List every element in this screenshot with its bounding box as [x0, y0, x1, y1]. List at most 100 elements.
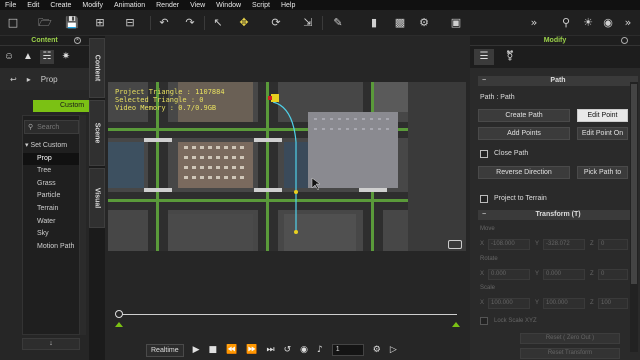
- tree-item-motion-path[interactable]: Motion Path: [23, 241, 79, 254]
- rotate-z-field[interactable]: 0: [598, 269, 628, 280]
- tree-item-prop[interactable]: Prop: [23, 152, 79, 166]
- export-icon[interactable]: ⊟: [122, 15, 138, 31]
- timeline-track[interactable]: [119, 314, 457, 315]
- move-gizmo-icon[interactable]: ✥: [236, 15, 252, 31]
- menu-modify[interactable]: Modify: [82, 2, 103, 9]
- light-icon[interactable]: ☀: [580, 15, 596, 31]
- rewind-icon[interactable]: ⏪: [226, 345, 237, 355]
- import-icon[interactable]: ⊞: [92, 15, 108, 31]
- menu-help[interactable]: Help: [281, 2, 295, 9]
- search-tool-icon[interactable]: ⚲: [558, 15, 574, 31]
- move-y-field[interactable]: -328.072: [543, 239, 585, 250]
- character-tab-icon[interactable]: ☺: [2, 50, 16, 64]
- close-path-checkbox[interactable]: [480, 150, 488, 158]
- scroll-down-button[interactable]: ↓: [22, 338, 80, 350]
- scale-z-field[interactable]: 100: [598, 298, 628, 309]
- collapse-arrow-icon[interactable]: ▾: [25, 142, 29, 149]
- stop-icon[interactable]: ■: [209, 345, 218, 355]
- move-z-field[interactable]: 0: [598, 239, 628, 250]
- panel-layout-icon[interactable]: ▣: [448, 15, 464, 31]
- menu-render[interactable]: Render: [156, 2, 179, 9]
- save-icon[interactable]: 💾: [64, 15, 80, 31]
- play-icon[interactable]: ▶: [193, 345, 200, 355]
- edit-point-on-button[interactable]: Edit Point On: [577, 127, 628, 140]
- scale-y-field[interactable]: 100.000: [543, 298, 585, 309]
- align-icon[interactable]: ▮: [366, 15, 382, 31]
- effects-tab-icon[interactable]: ✷: [59, 50, 73, 64]
- menu-window[interactable]: Window: [216, 2, 241, 9]
- search-field[interactable]: ⚲ Search: [24, 120, 79, 134]
- scale-x-field[interactable]: 100.000: [488, 298, 530, 309]
- collapse-icon[interactable]: −: [482, 210, 486, 220]
- comment-icon[interactable]: [448, 240, 462, 249]
- collapse-icon[interactable]: −: [482, 76, 486, 86]
- select-cursor-icon[interactable]: ↖: [210, 15, 226, 31]
- transform-section-header[interactable]: − Transform (T): [478, 210, 638, 220]
- scale-gizmo-icon[interactable]: ⇲: [300, 15, 316, 31]
- timeline-start-marker[interactable]: [115, 322, 123, 327]
- tab-custom[interactable]: Custom: [33, 100, 89, 112]
- open-folder-icon[interactable]: 🗁: [37, 15, 53, 31]
- rotate-y-field[interactable]: 0.000: [543, 269, 585, 280]
- menu-file[interactable]: File: [5, 2, 16, 9]
- snap-icon[interactable]: ✎: [330, 15, 346, 31]
- rotate-gizmo-icon[interactable]: ⟳: [268, 15, 284, 31]
- side-tab-content[interactable]: Content: [89, 38, 105, 98]
- tree-item-terrain[interactable]: Terrain: [23, 203, 79, 216]
- menu-edit[interactable]: Edit: [27, 2, 39, 9]
- path-section-header[interactable]: − Path: [478, 76, 638, 86]
- redo-icon[interactable]: ↷: [182, 15, 198, 31]
- set-tab-icon[interactable]: ☵: [40, 50, 54, 64]
- timeline-end-marker[interactable]: [452, 322, 460, 327]
- breadcrumb-prop[interactable]: Prop: [41, 75, 58, 84]
- more-tools-icon[interactable]: »: [620, 15, 636, 31]
- close-icon[interactable]: ×: [74, 37, 81, 44]
- record-icon[interactable]: ◉: [300, 345, 308, 355]
- project-to-terrain-checkbox[interactable]: [480, 195, 488, 203]
- content-scrollbar[interactable]: [80, 115, 86, 335]
- undo-icon[interactable]: ↶: [156, 15, 172, 31]
- lock-icon[interactable]: ▩: [392, 15, 408, 31]
- menu-animation[interactable]: Animation: [114, 2, 145, 9]
- fast-forward-icon[interactable]: ⏩: [246, 345, 257, 355]
- skip-to-end-icon[interactable]: ⏭: [267, 345, 275, 355]
- menu-script[interactable]: Script: [252, 2, 270, 9]
- move-x-field[interactable]: -108.000: [488, 239, 530, 250]
- lock-scale-checkbox[interactable]: [480, 317, 488, 325]
- rotate-x-field[interactable]: 0.000: [488, 269, 530, 280]
- breadcrumb-arrow-icon[interactable]: ▸: [27, 75, 31, 84]
- tree-root[interactable]: ▾ Set Custom: [23, 140, 79, 153]
- reverse-direction-button[interactable]: Reverse Direction: [478, 166, 570, 179]
- tree-item-sky[interactable]: Sky: [23, 228, 79, 241]
- loop-icon[interactable]: ↺: [284, 345, 292, 355]
- close-icon[interactable]: [621, 37, 628, 44]
- music-note-icon[interactable]: ♪: [317, 345, 323, 355]
- modify-scrollbar[interactable]: [630, 82, 638, 352]
- add-points-button[interactable]: Add Points: [478, 127, 570, 140]
- gear-settings-icon[interactable]: ⚙: [373, 345, 381, 355]
- timeline-playhead[interactable]: [115, 310, 123, 318]
- tree-item-water[interactable]: Water: [23, 216, 79, 229]
- menu-create[interactable]: Create: [50, 2, 71, 9]
- frame-input[interactable]: 1: [331, 344, 364, 356]
- pick-path-button[interactable]: Pick Path to: [577, 166, 628, 179]
- motion-tab-icon[interactable]: ⚧: [500, 49, 520, 65]
- scrollbar-thumb[interactable]: [631, 84, 637, 284]
- create-path-button[interactable]: Create Path: [478, 109, 570, 122]
- tree-item-tree[interactable]: Tree: [23, 165, 79, 178]
- menu-view[interactable]: View: [190, 2, 205, 9]
- tree-item-grass[interactable]: Grass: [23, 178, 79, 191]
- camera-icon[interactable]: ◉: [600, 15, 616, 31]
- realtime-dropdown[interactable]: Realtime: [146, 343, 184, 357]
- stage-tab-icon[interactable]: ▲: [21, 50, 35, 64]
- new-project-icon[interactable]: □: [5, 15, 21, 31]
- expand-toolbar-icon[interactable]: »: [526, 15, 542, 31]
- 3d-viewport[interactable]: Project Triangle : 1107884 Selected Tria…: [108, 82, 466, 251]
- reset-zero-out-button[interactable]: Reset ( Zero Out ): [520, 333, 620, 344]
- side-tab-scene[interactable]: Scene: [89, 100, 105, 166]
- edit-point-button[interactable]: Edit Point: [577, 109, 628, 122]
- back-arrow-icon[interactable]: ↩: [10, 75, 17, 84]
- gear-icon[interactable]: ⚙: [416, 15, 432, 31]
- tree-item-particle[interactable]: Particle: [23, 190, 79, 203]
- side-tab-visual[interactable]: Visual: [89, 168, 105, 228]
